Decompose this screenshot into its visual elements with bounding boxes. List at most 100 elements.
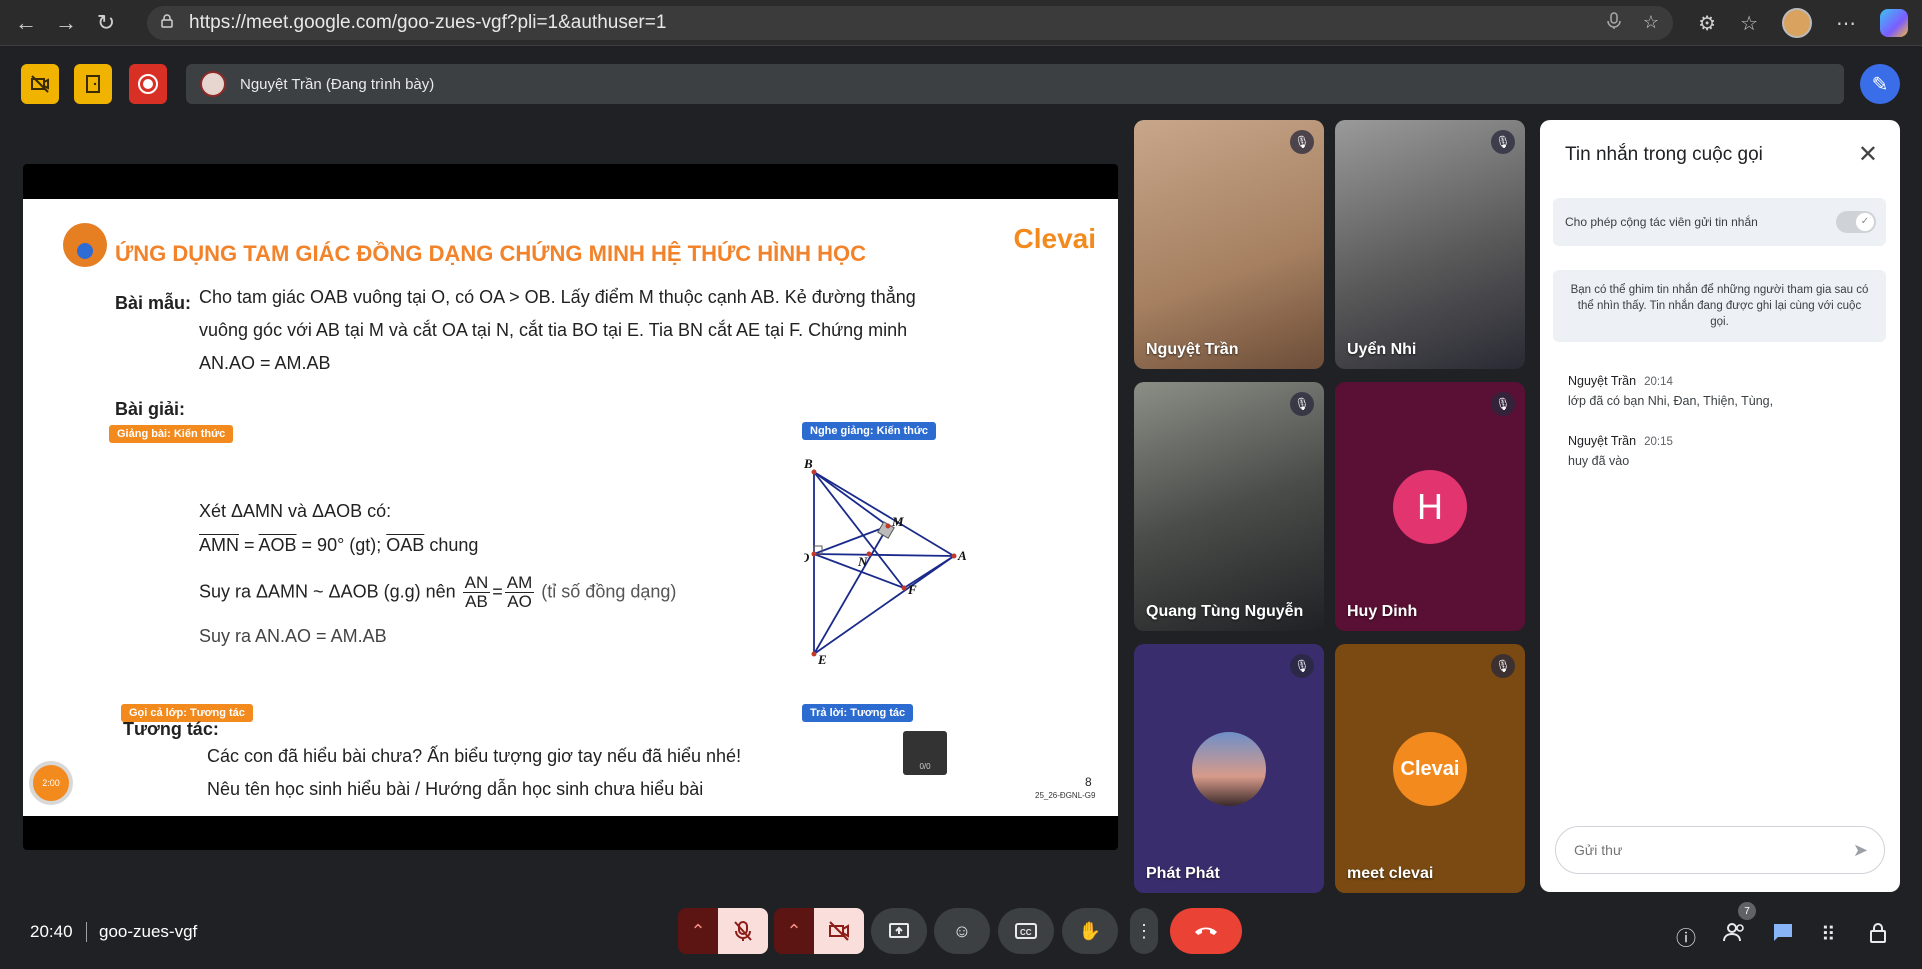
sample-label: Bài mẫu:	[115, 293, 192, 313]
hide-video-icon[interactable]	[21, 64, 59, 104]
end-call-button[interactable]	[1170, 908, 1242, 954]
participant-tile[interactable]: 🎙 Nguyệt Trần	[1134, 120, 1324, 369]
step-1: Xét ΔAMN và ΔAOB có:	[199, 501, 392, 521]
chat-message: Nguyệt Trần 20:15 huy đã vào	[1568, 434, 1673, 468]
mic-off-icon: 🎙	[1491, 130, 1515, 154]
meeting-code: goo-zues-vgf	[99, 922, 198, 941]
label-e: E	[817, 652, 827, 667]
activities-icon[interactable]: ⠿	[1821, 922, 1836, 947]
copilot-icon[interactable]	[1880, 9, 1908, 37]
tag-teach: Giảng bài: Kiến thức	[109, 425, 234, 443]
raise-hand-icon[interactable]: ✋	[1062, 908, 1118, 954]
interact-label: Tương tác:	[123, 719, 219, 739]
meet-top-bar: Nguyệt Trần (Đang trình bày) ✎	[0, 46, 1922, 124]
extensions-icon[interactable]: ⚙	[1698, 11, 1716, 36]
video-options-chevron-icon[interactable]: ⌃	[774, 908, 814, 954]
reload-icon[interactable]: ↻	[86, 3, 126, 43]
close-icon[interactable]: ✕	[1858, 140, 1878, 169]
message-time: 20:15	[1644, 436, 1673, 448]
chat-message: Nguyệt Trần 20:14 lớp đã có bạn Nhi, Đan,…	[1568, 374, 1773, 408]
chat-input-box[interactable]: ➤	[1555, 826, 1885, 874]
more-options-icon[interactable]: ⋮	[1130, 908, 1158, 954]
meeting-info-icon[interactable]: ⓘ	[1676, 922, 1696, 951]
avatar: H	[1393, 470, 1467, 544]
tag-answer: Trả lời: Tương tác	[802, 704, 914, 722]
angle-aob: AOB	[258, 535, 297, 555]
emoji-icon[interactable]: ☺	[934, 908, 990, 954]
microphone-icon[interactable]	[1607, 11, 1621, 35]
participant-name: Nguyệt Trần	[1146, 341, 1239, 358]
chat-icon[interactable]	[1772, 922, 1794, 948]
fraction-am-ao: AM AO	[504, 573, 535, 611]
presenter-banner: Nguyệt Trần (Đang trình bày)	[186, 64, 1844, 104]
raise-hand-counter: 0/0	[903, 731, 947, 775]
mic-off-icon: 🎙	[1491, 392, 1515, 416]
slide-code: 25_26-ĐGNL-G9	[1035, 791, 1096, 800]
participant-tile[interactable]: 🎙 Phát Phát	[1134, 644, 1324, 893]
chat-title: Tin nhắn trong cuộc gọi	[1565, 144, 1763, 165]
star-icon[interactable]: ☆	[1643, 12, 1659, 35]
solution-label: Bài giải:	[115, 399, 186, 419]
record-icon[interactable]	[129, 64, 167, 104]
chat-info: Bạn có thể ghim tin nhắn để những người …	[1553, 270, 1886, 342]
host-controls-icon[interactable]	[1868, 922, 1888, 950]
allow-chat-toggle[interactable]	[1836, 211, 1876, 233]
message-time: 20:14	[1644, 376, 1673, 388]
mic-off-icon: 🎙	[1290, 392, 1314, 416]
presenter-label: Nguyệt Trần (Đang trình bày)	[240, 75, 435, 93]
bottom-bar: 20:40 goo-zues-vgf ⌃ ⌃ ☺ CC ✋ ⋮ ⓘ 7 ⠿	[0, 900, 1922, 969]
site-info-icon[interactable]	[159, 13, 175, 34]
message-sender: Nguyệt Trần	[1568, 374, 1637, 388]
participant-name: Huy Dinh	[1347, 603, 1418, 620]
chat-panel: Tin nhắn trong cuộc gọi ✕ Cho phép cộng …	[1540, 120, 1900, 892]
frac2-den: AO	[507, 592, 532, 611]
present-screen-icon[interactable]	[871, 908, 927, 954]
mic-off-icon: 🎙	[1290, 654, 1314, 678]
label-a: A	[957, 548, 967, 563]
captions-icon[interactable]: CC	[998, 908, 1054, 954]
frac1-den: AB	[465, 592, 488, 611]
brand-logo: Clevai	[1013, 223, 1097, 254]
audio-options-chevron-icon[interactable]: ⌃	[678, 908, 718, 954]
step-2-right-angle: = 90° (gt);	[296, 535, 387, 555]
step-4: Suy ra AN.AO = AM.AB	[199, 626, 387, 646]
step-3-text: Suy ra ΔAMN ~ ΔAOB (g.g) nên	[199, 581, 461, 602]
svg-text:CC: CC	[1020, 928, 1032, 937]
door-icon[interactable]	[74, 64, 112, 104]
participant-tile[interactable]: 🎙 Uyển Nhi	[1335, 120, 1525, 369]
label-b: B	[804, 456, 813, 471]
interact-line-2: Nêu tên học sinh hiểu bài / Hướng dẫn họ…	[207, 779, 704, 799]
send-icon[interactable]: ➤	[1853, 840, 1868, 861]
angle-amn: AMN	[199, 535, 239, 555]
address-bar[interactable]: https://meet.google.com/goo-zues-vgf?pli…	[147, 6, 1673, 40]
equals-sign: =	[492, 581, 503, 602]
favorites-icon[interactable]: ☆	[1740, 11, 1758, 36]
more-options-icon[interactable]: ⋯	[1836, 11, 1856, 36]
chat-input[interactable]	[1574, 842, 1834, 858]
stopwatch-icon: 2:00	[29, 761, 73, 805]
step-2: AMN = AOB = 90° (gt); OAB chung	[199, 529, 478, 562]
participant-name: Uyển Nhi	[1347, 341, 1417, 358]
browser-toolbar: ← → ↻ https://meet.google.com/goo-zues-v…	[0, 0, 1922, 46]
participant-tile[interactable]: 🎙 Clevai meet clevai	[1335, 644, 1525, 893]
participant-tile[interactable]: 🎙 H Huy Dinh	[1335, 382, 1525, 631]
profile-avatar[interactable]	[1782, 8, 1812, 38]
forward-icon[interactable]: →	[46, 3, 86, 43]
tag-listen: Nghe giảng: Kiến thức	[802, 422, 936, 440]
presenter-avatar	[200, 71, 226, 97]
label-m: M	[891, 514, 904, 529]
mic-off-button[interactable]	[718, 908, 768, 954]
people-icon[interactable]	[1723, 922, 1747, 948]
problem-line-2: vuông góc với AB tại M và cắt OA tại N, …	[199, 320, 908, 340]
participant-tile[interactable]: 🎙 Quang Tùng Nguyễn	[1134, 382, 1324, 631]
mascot-icon	[63, 223, 107, 267]
participant-name: Phát Phát	[1146, 865, 1220, 882]
problem-line-3: AN.AO = AM.AB	[199, 353, 331, 373]
back-icon[interactable]: ←	[6, 3, 46, 43]
frac2-num: AM	[504, 573, 535, 593]
participant-name: meet clevai	[1347, 865, 1434, 882]
url-text: https://meet.google.com/goo-zues-vgf?pli…	[189, 12, 667, 33]
pen-sparkle-icon[interactable]: ✎	[1860, 64, 1900, 104]
camera-off-button[interactable]	[814, 908, 864, 954]
divider	[86, 922, 87, 942]
